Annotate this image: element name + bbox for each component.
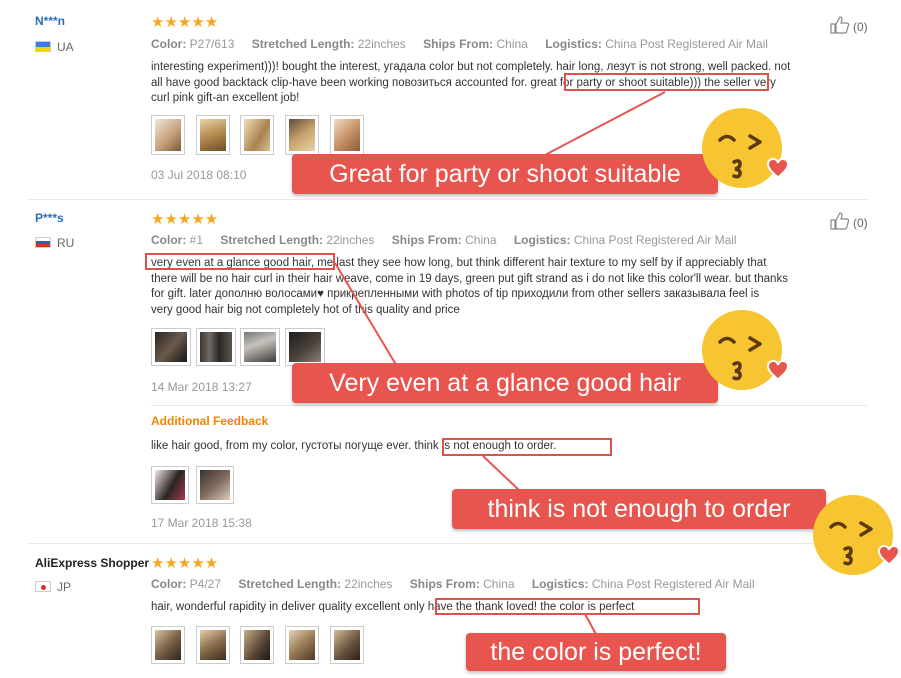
highlight-box xyxy=(442,438,612,456)
highlight-box xyxy=(145,253,335,270)
highlight-box xyxy=(564,73,769,91)
highlight-box xyxy=(435,598,700,615)
kissing-wink-heart-icon xyxy=(702,108,790,188)
callout-label: think is not enough to order xyxy=(452,489,826,529)
kissing-wink-heart-icon xyxy=(813,495,901,575)
callout-label: the color is perfect! xyxy=(466,633,726,671)
callout-label: Very even at a glance good hair xyxy=(292,363,718,403)
callout-label: Great for party or shoot suitable xyxy=(292,154,718,194)
kissing-wink-heart-icon xyxy=(702,310,790,390)
